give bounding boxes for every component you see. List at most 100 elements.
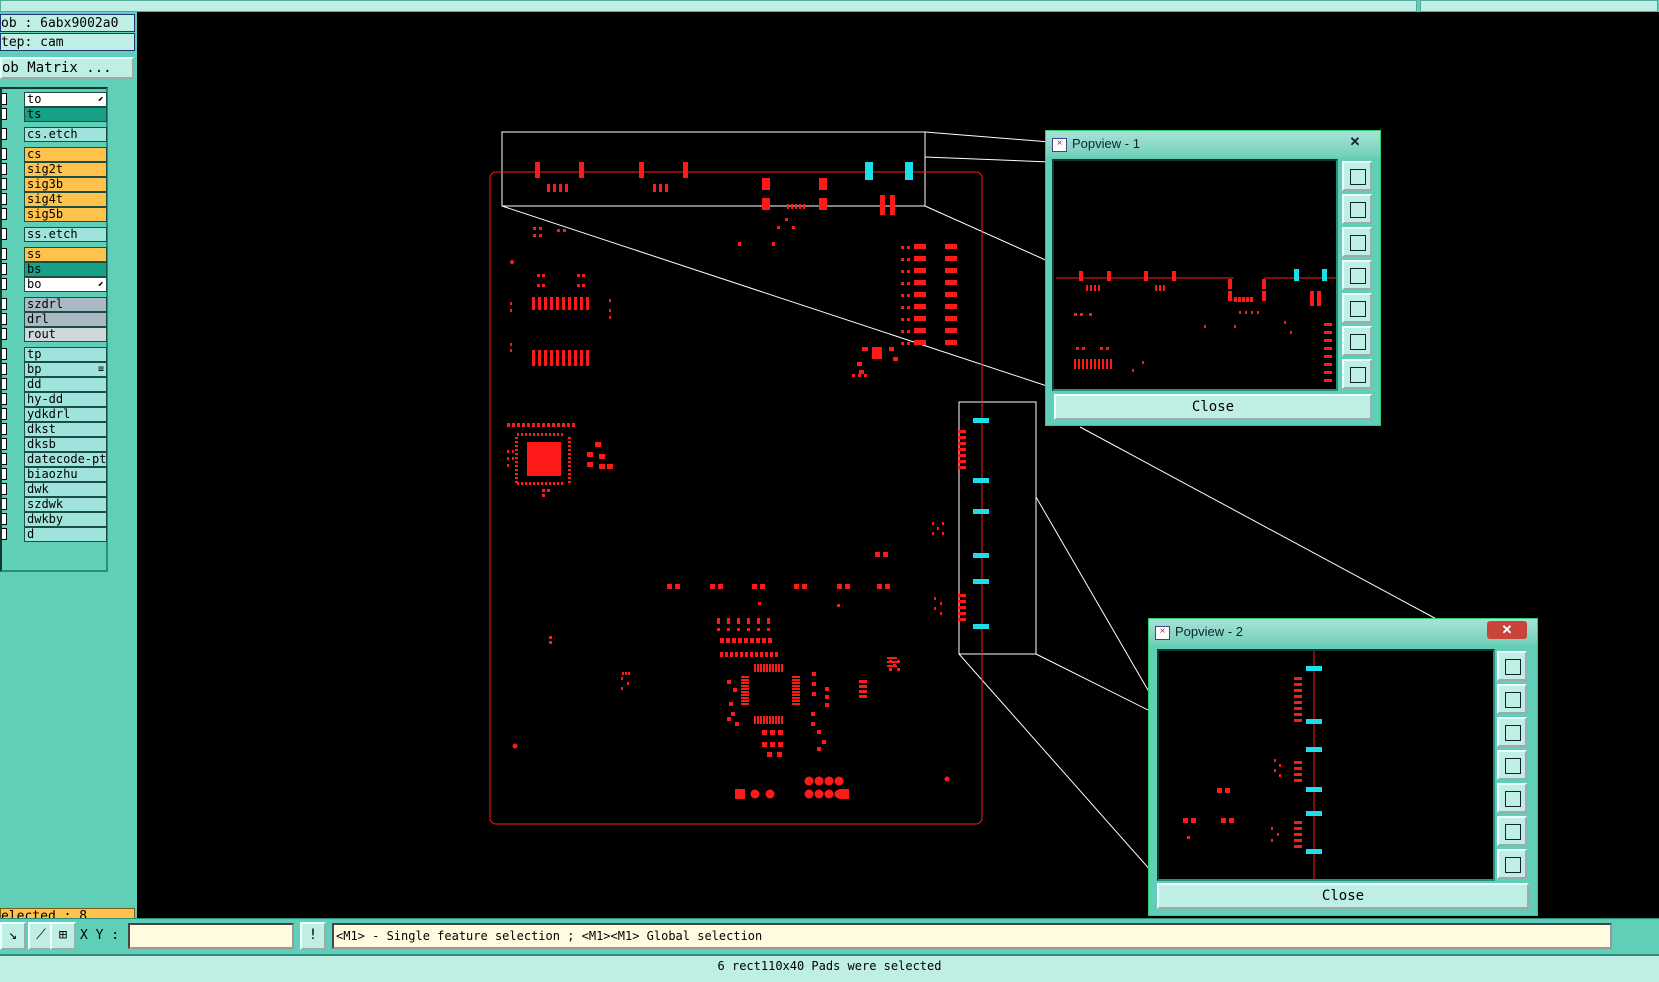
layer-name[interactable]: sig3b	[24, 177, 107, 192]
layer-checkbox[interactable]	[2, 498, 7, 510]
zoom-out-icon[interactable]	[1342, 326, 1372, 356]
zoom-window-icon[interactable]	[1497, 651, 1527, 681]
layer-name[interactable]: dd	[24, 377, 107, 392]
layer-row-sig4t[interactable]: sig4t	[2, 192, 107, 207]
layer-checkbox[interactable]	[2, 193, 7, 205]
layer-name[interactable]: szdrl	[24, 297, 107, 312]
layer-row-dd[interactable]: dd	[2, 377, 107, 392]
layer-checkbox[interactable]	[2, 178, 7, 190]
layer-row-bo[interactable]: bo ⬋	[2, 277, 107, 292]
layer-name[interactable]: tp	[24, 347, 107, 362]
popview-2-titlebar[interactable]: × Popview - 2	[1149, 619, 1537, 645]
layer-row-szdrl[interactable]: szdrl	[2, 297, 107, 312]
layer-checkbox[interactable]	[2, 228, 7, 240]
layer-row-dwkby[interactable]: dwkby	[2, 512, 107, 527]
layer-row-bs[interactable]: bs	[2, 262, 107, 277]
close-icon[interactable]: ✕	[1335, 133, 1375, 151]
layer-name[interactable]: hy-dd	[24, 392, 107, 407]
layer-name[interactable]: ss	[24, 247, 107, 262]
layer-checkbox[interactable]	[2, 163, 7, 175]
layer-checkbox[interactable]	[2, 298, 7, 310]
popview-1-viewport[interactable]	[1052, 159, 1338, 391]
layer-row-bp[interactable]: bp ≡	[2, 362, 107, 377]
layer-row-cs[interactable]: cs	[2, 147, 107, 162]
zoom-out-icon[interactable]	[1497, 816, 1527, 846]
layer-name[interactable]: cs	[24, 147, 107, 162]
layer-row-ts[interactable]: ts	[2, 107, 107, 122]
layer-name[interactable]: biaozhu	[24, 467, 107, 482]
popview-2-close-button[interactable]: Close	[1157, 883, 1529, 909]
layer-row-biaozhu[interactable]: biaozhu	[2, 467, 107, 482]
layer-checkbox[interactable]	[2, 248, 7, 260]
layer-name[interactable]: d	[24, 527, 107, 542]
layer-checkbox[interactable]	[2, 528, 7, 540]
popview-2-viewport[interactable]	[1157, 649, 1495, 881]
pan-down-icon[interactable]	[1342, 227, 1372, 257]
layer-checkbox[interactable]	[2, 313, 7, 325]
layer-name[interactable]: dwk	[24, 482, 107, 497]
close-icon[interactable]: ✕	[1487, 621, 1527, 639]
layer-row-sig5b[interactable]: sig5b	[2, 207, 107, 222]
layer-checkbox[interactable]	[2, 438, 7, 450]
select-tool-icon[interactable]: ↘	[0, 922, 26, 950]
layer-row-ss.etch[interactable]: ss.etch	[2, 227, 107, 242]
layer-row-datecode-pth[interactable]: datecode-pth	[2, 452, 107, 467]
layer-row-szdwk[interactable]: szdwk	[2, 497, 107, 512]
layer-row-dkst[interactable]: dkst	[2, 422, 107, 437]
layer-checkbox[interactable]	[2, 483, 7, 495]
layer-name[interactable]: ts	[24, 107, 107, 122]
pan-left-icon[interactable]	[1497, 750, 1527, 780]
popview-1-titlebar[interactable]: × Popview - 1	[1046, 131, 1380, 157]
layer-checkbox[interactable]	[2, 108, 7, 120]
layer-name[interactable]: rout	[24, 327, 107, 342]
layer-name[interactable]: dwkby	[24, 512, 107, 527]
layer-name[interactable]: dksb	[24, 437, 107, 452]
layer-name[interactable]: dkst	[24, 422, 107, 437]
job-matrix-button[interactable]: ob Matrix ...	[0, 57, 134, 79]
layer-checkbox[interactable]	[2, 348, 7, 360]
layer-checkbox[interactable]	[2, 468, 7, 480]
popview-2-window[interactable]: × Popview - 2 ✕ Close	[1148, 618, 1538, 916]
layer-name[interactable]: drl	[24, 312, 107, 327]
layer-row-sig3b[interactable]: sig3b	[2, 177, 107, 192]
zoom-window-icon[interactable]	[1342, 161, 1372, 191]
layer-row-dksb[interactable]: dksb	[2, 437, 107, 452]
layer-row-sig2t[interactable]: sig2t	[2, 162, 107, 177]
layer-checkbox[interactable]	[2, 408, 7, 420]
layer-row-hy-dd[interactable]: hy-dd	[2, 392, 107, 407]
layer-name[interactable]: sig5b	[24, 207, 107, 222]
layer-row-d[interactable]: d	[2, 527, 107, 542]
layer-checkbox[interactable]	[2, 378, 7, 390]
pan-left-icon[interactable]	[1342, 260, 1372, 290]
pan-right-icon[interactable]	[1497, 783, 1527, 813]
layer-checkbox[interactable]	[2, 423, 7, 435]
layer-name[interactable]: bo ⬋	[24, 277, 107, 292]
layer-checkbox[interactable]	[2, 453, 7, 465]
layer-checkbox[interactable]	[2, 363, 7, 375]
alert-icon[interactable]: !	[300, 922, 326, 950]
layer-checkbox[interactable]	[2, 93, 7, 105]
zoom-in-icon[interactable]	[1342, 359, 1372, 389]
layer-name[interactable]: sig4t	[24, 192, 107, 207]
pan-down-icon[interactable]	[1497, 717, 1527, 747]
layer-checkbox[interactable]	[2, 393, 7, 405]
layer-row-ss[interactable]: ss	[2, 247, 107, 262]
layer-checkbox[interactable]	[2, 263, 7, 275]
popview-1-close-button[interactable]: Close	[1054, 394, 1372, 420]
layer-row-to[interactable]: to ⬋	[2, 92, 107, 107]
layer-name[interactable]: sig2t	[24, 162, 107, 177]
layer-checkbox[interactable]	[2, 208, 7, 220]
layer-row-tp[interactable]: tp	[2, 347, 107, 362]
pan-up-icon[interactable]	[1342, 194, 1372, 224]
layer-row-ydkdrl[interactable]: ydkdrl	[2, 407, 107, 422]
layer-row-drl[interactable]: drl	[2, 312, 107, 327]
layer-checkbox[interactable]	[2, 513, 7, 525]
layer-name[interactable]: bp ≡	[24, 362, 107, 377]
zoom-in-icon[interactable]	[1497, 849, 1527, 879]
layer-row-rout[interactable]: rout	[2, 327, 107, 342]
popview-1-window[interactable]: × Popview - 1 ✕ Close	[1045, 130, 1381, 426]
layer-name[interactable]: szdwk	[24, 497, 107, 512]
layer-row-dwk[interactable]: dwk	[2, 482, 107, 497]
layer-name[interactable]: bs	[24, 262, 107, 277]
layer-row-cs.etch[interactable]: cs.etch	[2, 127, 107, 142]
